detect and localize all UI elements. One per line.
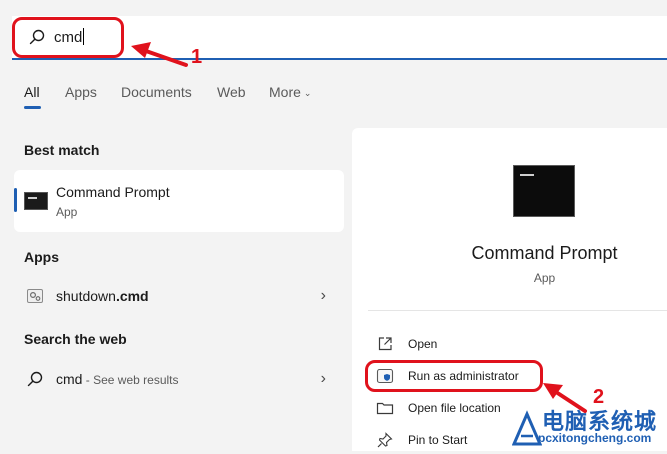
step1-arrow [144, 49, 188, 67]
annotation-arrows [131, 42, 587, 413]
watermark: 电脑系统城 pcxitongcheng.com [512, 402, 667, 451]
watermark-url: pcxitongcheng.com [538, 431, 652, 445]
step1-number: 1 [191, 46, 203, 68]
step1-arrowhead [131, 42, 151, 58]
